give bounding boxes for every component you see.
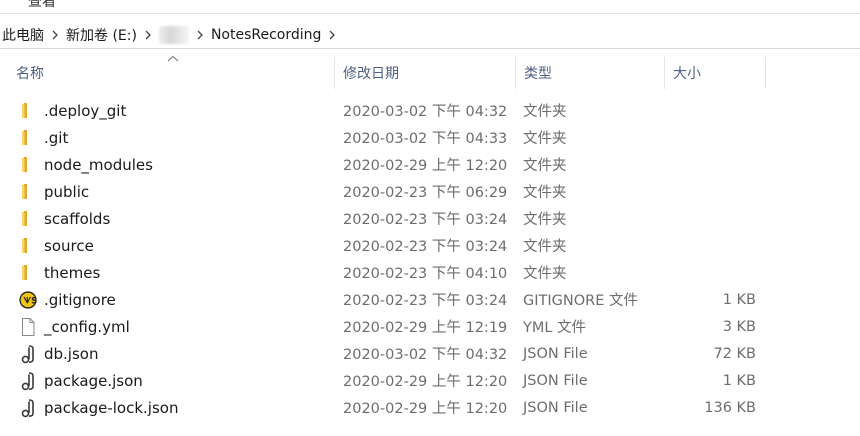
folder-icon bbox=[18, 263, 38, 283]
file-name[interactable]: scaffolds bbox=[44, 205, 110, 232]
file-name[interactable]: .deploy_git bbox=[44, 97, 126, 124]
column-header-date[interactable]: 修改日期 bbox=[335, 57, 515, 89]
column-header-type[interactable]: 类型 bbox=[516, 57, 664, 89]
file-size: 136 KB bbox=[704, 399, 756, 416]
chevron-right-icon[interactable] bbox=[325, 21, 339, 48]
file-row[interactable]: public 2020-02-23 下午 06:29 文件夹 bbox=[0, 178, 860, 205]
file-modified-date: 2020-03-02 下午 04:32 bbox=[343, 347, 508, 363]
file-modified-date: 2020-02-29 上午 12:20 bbox=[343, 158, 508, 174]
file-modified-date: 2020-03-02 下午 04:32 bbox=[343, 104, 508, 120]
file-modified-date: 2020-02-23 下午 04:10 bbox=[343, 266, 508, 282]
file-modified-date: 2020-02-23 下午 03:24 bbox=[343, 293, 508, 309]
file-name[interactable]: themes bbox=[44, 259, 100, 286]
file-modified-date: 2020-02-23 下午 03:24 bbox=[343, 239, 508, 255]
file-row[interactable]: db.json 2020-03-02 下午 04:32 JSON File 72 KB bbox=[0, 340, 860, 367]
json-file-icon bbox=[18, 371, 38, 391]
file-type: GITIGNORE 文件 bbox=[523, 293, 638, 309]
folder-icon bbox=[18, 209, 38, 229]
file-row[interactable]: .deploy_git 2020-03-02 下午 04:32 文件夹 bbox=[0, 97, 860, 124]
file-name[interactable]: source bbox=[44, 232, 94, 259]
column-header-row: 名称 修改日期 类型 大小 bbox=[0, 55, 860, 91]
svg-text:ᗐS: ᗐS bbox=[23, 295, 37, 306]
file-modified-date: 2020-02-29 上午 12:20 bbox=[343, 374, 508, 390]
file-modified-date: 2020-02-23 下午 06:29 bbox=[343, 185, 508, 201]
ribbon-strip: 查看 bbox=[0, 0, 860, 14]
file-size: 1 KB bbox=[722, 291, 756, 308]
file-name[interactable]: db.json bbox=[44, 340, 98, 367]
column-header-size[interactable]: 大小 bbox=[665, 57, 765, 89]
file-type: YML 文件 bbox=[523, 320, 587, 336]
breadcrumb: 此电脑 新加卷 (E:) NotesRecording bbox=[0, 21, 339, 48]
folder-icon bbox=[18, 236, 38, 256]
file-modified-date: 2020-02-29 上午 12:19 bbox=[343, 320, 508, 336]
file-row[interactable]: node_modules 2020-02-29 上午 12:20 文件夹 bbox=[0, 151, 860, 178]
file-type: 文件夹 bbox=[523, 266, 567, 282]
file-list: .deploy_git 2020-03-02 下午 04:32 文件夹 .git 202… bbox=[0, 97, 860, 421]
breadcrumb-drive-e[interactable]: 新加卷 (E:) bbox=[62, 25, 141, 45]
file-size: 3 KB bbox=[722, 318, 756, 335]
file-type: JSON File bbox=[523, 399, 588, 416]
file-modified-date: 2020-03-02 下午 04:33 bbox=[343, 131, 508, 147]
blank-file-icon bbox=[18, 317, 38, 337]
ribbon-tab-view[interactable]: 查看 bbox=[28, 0, 56, 11]
json-file-icon bbox=[18, 344, 38, 364]
file-modified-date: 2020-02-29 上午 12:20 bbox=[343, 401, 508, 417]
file-type: JSON File bbox=[523, 372, 588, 389]
chevron-right-icon[interactable] bbox=[141, 21, 155, 48]
gitignore-file-icon: ᗐS bbox=[18, 290, 38, 310]
column-divider[interactable] bbox=[765, 57, 766, 89]
file-name[interactable]: package.json bbox=[44, 367, 143, 394]
file-name[interactable]: public bbox=[44, 178, 89, 205]
folder-icon bbox=[18, 128, 38, 148]
file-row[interactable]: _config.yml 2020-02-29 上午 12:19 YML 文件 3 KB bbox=[0, 313, 860, 340]
json-file-icon bbox=[18, 398, 38, 418]
file-row[interactable]: source 2020-02-23 下午 03:24 文件夹 bbox=[0, 232, 860, 259]
column-header-name[interactable]: 名称 bbox=[8, 57, 334, 89]
file-type: 文件夹 bbox=[523, 185, 567, 201]
file-type: 文件夹 bbox=[523, 104, 567, 120]
file-row[interactable]: scaffolds 2020-02-23 下午 03:24 文件夹 bbox=[0, 205, 860, 232]
file-name[interactable]: node_modules bbox=[44, 151, 153, 178]
chevron-right-icon[interactable] bbox=[193, 21, 207, 48]
file-row[interactable]: package.json 2020-02-29 上午 12:20 JSON File… bbox=[0, 367, 860, 394]
breadcrumb-this-pc[interactable]: 此电脑 bbox=[0, 25, 48, 45]
file-type: 文件夹 bbox=[523, 131, 567, 147]
file-type: JSON File bbox=[523, 345, 588, 362]
breadcrumb-hidden-folder[interactable] bbox=[158, 25, 189, 44]
file-size: 1 KB bbox=[722, 372, 756, 389]
file-row[interactable]: themes 2020-02-23 下午 04:10 文件夹 bbox=[0, 259, 860, 286]
folder-icon bbox=[18, 182, 38, 202]
file-name[interactable]: .gitignore bbox=[44, 286, 116, 313]
file-name[interactable]: _config.yml bbox=[44, 313, 130, 340]
chevron-right-icon[interactable] bbox=[48, 21, 62, 48]
file-name[interactable]: .git bbox=[44, 124, 68, 151]
file-type: 文件夹 bbox=[523, 212, 567, 228]
file-row[interactable]: .git 2020-03-02 下午 04:33 文件夹 bbox=[0, 124, 860, 151]
breadcrumb-notesrecording[interactable]: NotesRecording bbox=[207, 27, 325, 43]
file-modified-date: 2020-02-23 下午 03:24 bbox=[343, 212, 508, 228]
file-type: 文件夹 bbox=[523, 158, 567, 174]
folder-icon bbox=[18, 101, 38, 121]
file-name[interactable]: package-lock.json bbox=[44, 394, 178, 421]
file-row[interactable]: ᗐS .gitignore 2020-02-23 下午 03:24 GITIGNORE… bbox=[0, 286, 860, 313]
file-size: 72 KB bbox=[713, 345, 756, 362]
file-type: 文件夹 bbox=[523, 239, 567, 255]
address-bar[interactable]: 此电脑 新加卷 (E:) NotesRecording bbox=[0, 20, 860, 49]
folder-icon bbox=[18, 155, 38, 175]
file-row[interactable]: package-lock.json 2020-02-29 上午 12:20 JSON… bbox=[0, 394, 860, 421]
